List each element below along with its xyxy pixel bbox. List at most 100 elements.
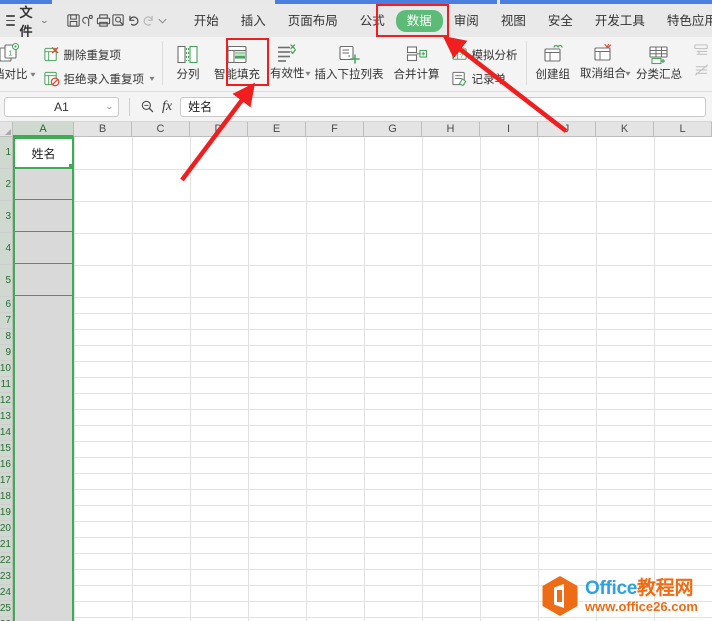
cloud-sync-icon[interactable] (81, 9, 96, 32)
row-header-25[interactable]: 25 (0, 601, 13, 617)
remove-duplicates-label: 删除重复项 (63, 49, 122, 62)
row-header-9[interactable]: 9 (0, 345, 13, 361)
column-header-G[interactable]: G (364, 122, 422, 137)
column-header-J[interactable]: J (538, 122, 596, 137)
what-if-analysis-label: 模拟分析 (471, 49, 518, 62)
gridline-vertical (480, 137, 481, 621)
row-header-4[interactable]: 4 (0, 233, 13, 265)
zoom-search-icon[interactable] (138, 99, 156, 114)
gridline-vertical (596, 137, 597, 621)
print-icon[interactable] (96, 9, 111, 32)
chevron-down-icon[interactable]: ▾ (306, 69, 311, 78)
insert-dropdown-list-button[interactable]: 插入下拉列表 (310, 40, 389, 90)
row-header-6[interactable]: 6 (0, 297, 13, 313)
row-header-17[interactable]: 17 (0, 473, 13, 489)
smart-fill-button[interactable]: 智能填充 (209, 40, 265, 90)
tab-data[interactable]: 数据 (395, 9, 443, 32)
chevron-down-icon: ⌄ (39, 16, 50, 25)
row-header-5[interactable]: 5 (0, 265, 13, 297)
record-form-button[interactable]: 记录单 (447, 68, 511, 90)
tab-page-layout[interactable]: 页面布局 (277, 10, 349, 32)
column-header-E[interactable]: E (248, 122, 306, 137)
gridline-horizontal (13, 537, 712, 538)
customize-caret-icon[interactable] (156, 9, 169, 32)
row-header-3[interactable]: 3 (0, 201, 13, 233)
save-icon[interactable] (66, 9, 81, 32)
column-header-B[interactable]: B (74, 122, 132, 137)
active-cell-a1[interactable]: 姓名 (13, 137, 74, 169)
column-header-K[interactable]: K (596, 122, 654, 137)
split-columns-button[interactable]: 分列 (167, 40, 209, 90)
watermark-text: Office教程网 www.office26.com (585, 579, 698, 613)
tab-formula[interactable]: 公式 (349, 10, 396, 32)
undo-icon[interactable] (126, 9, 141, 32)
column-header-H[interactable]: H (422, 122, 480, 137)
ribbon-divider-2 (525, 41, 527, 85)
create-group-button[interactable]: 创建组 (531, 40, 576, 90)
column-header-L[interactable]: L (654, 122, 712, 137)
tab-security[interactable]: 安全 (537, 10, 584, 32)
tab-insert[interactable]: 插入 (230, 10, 277, 32)
name-box[interactable]: A1 ⌄ (4, 96, 119, 117)
row-header-20[interactable]: 20 (0, 521, 13, 537)
row-header-24[interactable]: 24 (0, 585, 13, 601)
chevron-down-icon[interactable]: ▾ (625, 69, 630, 78)
what-if-analysis-button[interactable]: ? 模拟分析 (447, 44, 522, 66)
tab-featured-apps[interactable]: 特色应用 (656, 10, 712, 32)
tab-start[interactable]: 开始 (183, 10, 230, 32)
gridline-horizontal (13, 505, 712, 506)
row-header-12[interactable]: 12 (0, 393, 13, 409)
show-detail-button[interactable]: 显示明细数据 (689, 41, 712, 59)
validity-button[interactable]: 有效性 ▾ (265, 40, 311, 90)
row-header-13[interactable]: 13 (0, 409, 13, 425)
row-header-10[interactable]: 10 (0, 361, 13, 377)
document-compare-button[interactable]: 1 档对比 ▾ (0, 40, 36, 90)
selection-border-left (13, 137, 15, 621)
tab-developer-tools[interactable]: 开发工具 (584, 10, 656, 32)
redo-icon[interactable] (141, 9, 156, 32)
gridline-horizontal (13, 457, 712, 458)
row-header-18[interactable]: 18 (0, 489, 13, 505)
row-header-7[interactable]: 7 (0, 313, 13, 329)
row-header-23[interactable]: 23 (0, 569, 13, 585)
reject-duplicates-button[interactable]: 拒绝录入重复项 ▾ (39, 68, 159, 90)
consolidate-button[interactable]: 合并计算 (389, 40, 445, 90)
column-header-F[interactable]: F (306, 122, 364, 137)
file-menu-button[interactable]: 文件 ⌄ (0, 5, 54, 39)
gridline-horizontal (13, 345, 712, 346)
reject-duplicates-label: 拒绝录入重复项 (63, 73, 145, 86)
tab-review[interactable]: 审阅 (443, 10, 490, 32)
row-header-19[interactable]: 19 (0, 505, 13, 521)
row-header-14[interactable]: 14 (0, 425, 13, 441)
hide-detail-button[interactable]: 隐藏明细数据 (689, 61, 712, 79)
column-header-C[interactable]: C (132, 122, 190, 137)
spreadsheet-grid[interactable]: A B C D E F G H I J K L 1 2 3 4 5 6 7 8 9 10 11 12 1… (0, 122, 712, 621)
tab-view[interactable]: 视图 (490, 10, 537, 32)
remove-duplicates-button[interactable]: 删除重复项 (39, 44, 126, 66)
row-header-1[interactable]: 1 (0, 137, 13, 169)
chevron-down-icon[interactable]: ▾ (149, 74, 154, 83)
row-header-22[interactable]: 22 (0, 553, 13, 569)
row-header-2[interactable]: 2 (0, 169, 13, 201)
formula-input[interactable]: 姓名 (180, 96, 706, 117)
fill-handle[interactable] (69, 164, 74, 169)
ungroup-button[interactable]: 取消组合 ▾ (575, 40, 631, 90)
subtotal-button[interactable]: 分类汇总 (631, 40, 687, 90)
select-all-corner[interactable] (0, 122, 13, 137)
column-header-A[interactable]: A (13, 122, 74, 137)
row-header-21[interactable]: 21 (0, 537, 13, 553)
chevron-down-icon[interactable]: ⌄ (105, 102, 114, 111)
column-header-D[interactable]: D (190, 122, 248, 137)
column-header-I[interactable]: I (480, 122, 538, 137)
show-detail-icon (693, 42, 710, 59)
row-header-26[interactable]: 26 (0, 617, 13, 621)
create-group-icon (541, 42, 565, 66)
row-header-15[interactable]: 15 (0, 441, 13, 457)
row-header-16[interactable]: 16 (0, 457, 13, 473)
row-header-11[interactable]: 11 (0, 377, 13, 393)
print-preview-icon[interactable] (111, 9, 126, 32)
gridline-vertical (538, 137, 539, 621)
cell-area[interactable]: 姓名 (13, 137, 712, 621)
ribbon-group-detail: 显示明细数据 隐藏明细数据 ⌐ (689, 37, 712, 92)
row-header-8[interactable]: 8 (0, 329, 13, 345)
